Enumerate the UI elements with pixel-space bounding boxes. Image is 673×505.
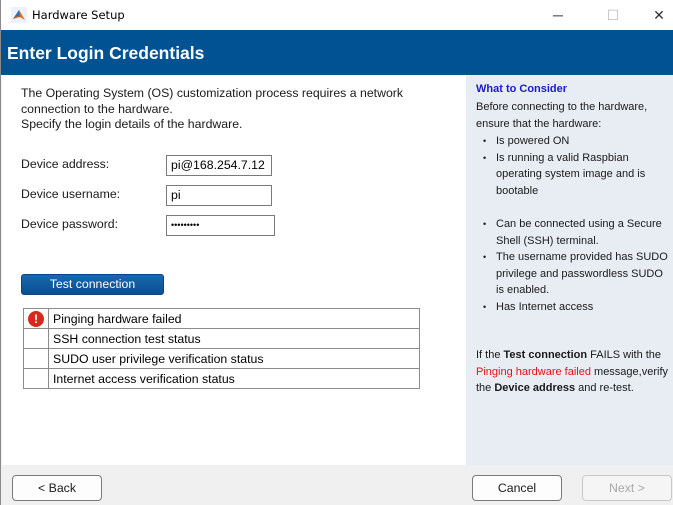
main-panel: The Operating System (OS) customization …	[2, 75, 466, 465]
device-username-label: Device username:	[21, 187, 121, 201]
status-row: SUDO user privilege verification status	[23, 348, 420, 369]
cancel-button[interactable]: Cancel	[472, 475, 562, 501]
help-list-item: Can be connected using a Secure Shell (S…	[476, 216, 672, 249]
device-address-label: Device address:	[21, 157, 110, 171]
matlab-icon	[11, 7, 27, 23]
close-button[interactable]: ✕	[636, 0, 673, 30]
device-password-input[interactable]: •••••••••	[166, 215, 275, 236]
status-row: Internet access verification status	[23, 368, 420, 389]
status-text: SSH connection test status	[48, 328, 420, 349]
help-list-2: Can be connected using a Secure Shell (S…	[476, 216, 672, 315]
maximize-icon: ☐	[606, 6, 620, 23]
status-row: ! Pinging hardware failed	[23, 308, 420, 329]
close-icon: ✕	[653, 6, 665, 23]
error-icon: !	[28, 310, 44, 327]
help-note: If the Test connection FAILS with the Pi…	[476, 349, 668, 394]
help-panel: What to Consider Before connecting to th…	[466, 75, 673, 465]
status-text: Pinging hardware failed	[48, 308, 420, 329]
title-bar: Hardware Setup ─ ☐ ✕	[1, 0, 673, 30]
help-list-item: Is powered ON	[476, 133, 672, 150]
help-title: What to Consider	[476, 83, 568, 95]
minimize-button[interactable]: ─	[535, 0, 581, 30]
help-intro: Before connecting to the hardware, ensur…	[476, 101, 648, 130]
status-text: SUDO user privilege verification status	[48, 348, 420, 369]
device-address-input[interactable]: pi@168.254.7.12	[166, 155, 272, 176]
status-row: SSH connection test status	[23, 328, 420, 349]
help-list-1: Is powered ON Is running a valid Raspbia…	[476, 133, 672, 199]
page-header: Enter Login Credentials	[1, 30, 673, 75]
intro-line-2: Specify the login details of the hardwar…	[21, 117, 243, 131]
error-message-reference: Pinging hardware failed	[476, 365, 591, 378]
maximize-button[interactable]: ☐	[590, 0, 636, 30]
device-username-input[interactable]: pi	[166, 185, 272, 206]
device-password-label: Device password:	[21, 217, 119, 231]
window-title: Hardware Setup	[32, 8, 125, 22]
intro-line-1: The Operating System (OS) customization …	[21, 86, 404, 116]
minimize-icon: ─	[553, 7, 563, 23]
status-text: Internet access verification status	[48, 368, 420, 389]
test-connection-button[interactable]: Test connection	[21, 274, 164, 295]
page-title: Enter Login Credentials	[7, 43, 205, 63]
hardware-setup-window: Hardware Setup ─ ☐ ✕ Enter Login Credent…	[0, 0, 673, 505]
next-button[interactable]: Next >	[582, 475, 672, 501]
help-list-item: Has Internet access	[476, 299, 672, 316]
help-list-item: Is running a valid Raspbian operating sy…	[476, 150, 672, 200]
help-list-item: The username provided has SUDO privilege…	[476, 249, 672, 299]
back-button[interactable]: < Back	[12, 475, 102, 501]
status-table: ! Pinging hardware failed SSH connection…	[23, 308, 420, 389]
intro-text: The Operating System (OS) customization …	[21, 86, 451, 133]
